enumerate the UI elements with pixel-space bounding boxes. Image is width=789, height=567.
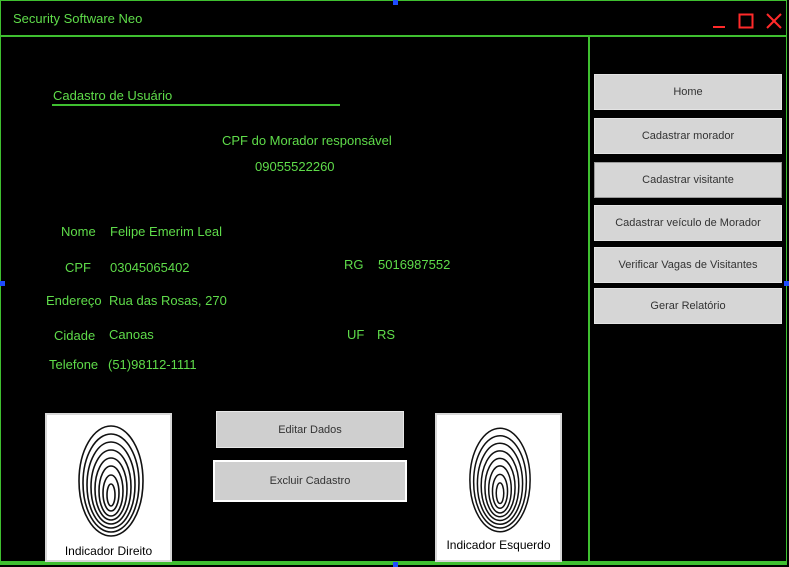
resize-handle-bottom[interactable] [393,562,398,567]
cidade-label: Cidade [54,328,96,343]
fingerprint-left-caption: Indicador Esquerdo [446,538,551,552]
fingerprint-icon [78,425,144,537]
resize-handle-top[interactable] [393,0,398,5]
cpf-value: 03045065402 [110,260,190,275]
window-title: Security Software Neo [13,11,143,26]
endereco-label: Endereço [46,293,102,308]
nome-value: Felipe Emerim Leal [110,224,222,239]
nome-label: Nome [61,224,96,239]
edit-data-button[interactable]: Editar Dados [216,411,404,448]
telefone-label: Telefone [49,357,99,372]
sidebar-item-gerar-relatorio[interactable]: Gerar Relatório [594,288,782,324]
rg-value: 5016987552 [378,257,451,272]
cpf-responsavel-value: 09055522260 [255,159,335,174]
fingerprint-icon [469,427,531,533]
telefone-value: (51)98112-1111 [108,357,197,372]
sidebar-item-cadastrar-morador[interactable]: Cadastrar morador [594,118,782,154]
sidebar-item-cadastrar-visitante[interactable]: Cadastrar visitante [594,162,782,198]
uf-label: UF [347,327,365,342]
sidebar-divider [588,37,590,565]
title-underline [52,104,340,106]
sidebar-item-home[interactable]: Home [594,74,782,110]
cidade-value: Canoas [109,327,154,342]
maximize-icon[interactable] [738,13,754,29]
cpf-responsavel-label: CPF do Morador responsável [222,133,392,148]
resize-handle-right[interactable] [784,281,789,286]
close-icon[interactable] [766,13,782,29]
title-bar: Security Software Neo [1,1,787,37]
minimize-icon[interactable] [711,13,727,29]
fingerprint-right-panel[interactable]: Indicador Direito [45,413,172,562]
sidebar-item-verificar-vagas[interactable]: Verificar Vagas de Visitantes [594,247,782,283]
uf-value: RS [377,327,396,342]
sidebar-item-cadastrar-veiculo[interactable]: Cadastrar veículo de Morador [594,205,782,241]
page-title: Cadastro de Usuário [53,88,173,103]
endereco-value: Rua das Rosas, 270 [109,293,227,308]
resize-handle-left[interactable] [0,281,5,286]
rg-label: RG [344,257,364,272]
fingerprint-left-panel[interactable]: Indicador Esquerdo [435,413,562,562]
fingerprint-right-caption: Indicador Direito [64,544,153,558]
delete-registration-button[interactable]: Excluir Cadastro [213,460,407,502]
cpf-label: CPF [65,260,91,275]
